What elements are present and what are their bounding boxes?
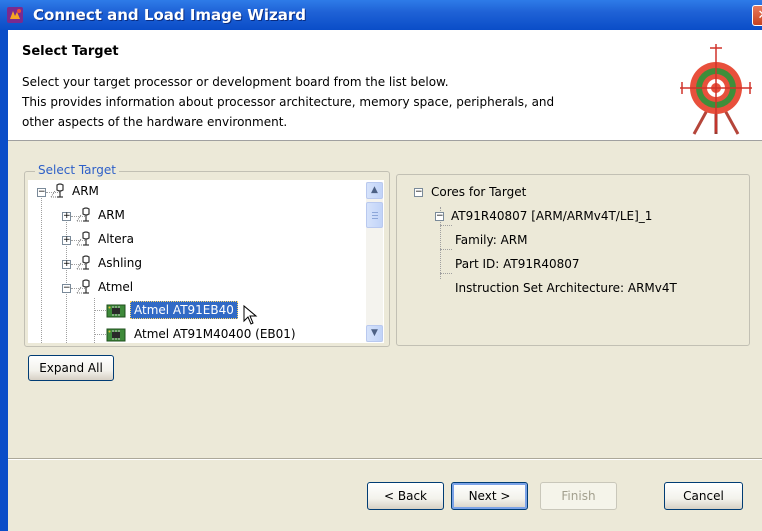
page-title: Select Target [22,44,119,59]
tree-node-label: ARM [98,208,125,222]
app-icon [7,7,23,23]
tree-node-label: Ashling [98,256,142,270]
tree-node-label: ARM [72,184,99,198]
board-chip-icon [106,304,126,318]
wizard-header: Select Target Select your target process… [8,30,762,141]
back-button[interactable]: < Back [367,482,444,510]
tree-node-atmel[interactable]: − Atmel [28,277,368,299]
page-description: Select your target processor or developm… [22,72,642,132]
description-line: Select your target processor or developm… [22,75,449,89]
tree-connector [440,273,452,274]
tree-connector [440,225,452,226]
core-label: AT91R40807 [ARM/ARMv4T/LE]_1 [451,209,653,223]
tree-node-atmel-at91eb40[interactable]: Atmel AT91EB40 [28,300,368,325]
collapse-icon[interactable]: − [414,188,423,197]
collapse-icon[interactable]: − [435,212,444,221]
expand-icon[interactable]: + [62,236,71,245]
target-details-panel: − Cores for Target − AT91R40807 [ARM/ARM… [396,174,750,346]
footer-divider-highlight [8,459,762,460]
tree-node-label: Atmel AT91M40400 (EB01) [134,327,296,341]
core-property: Instruction Set Architecture: ARMv4T [455,281,677,295]
cancel-button[interactable]: Cancel [664,482,743,510]
scroll-down-button[interactable]: ▼ [366,325,383,342]
finish-label: Finish [561,489,596,503]
scroll-thumb[interactable] [366,202,383,228]
tree-node-label: Atmel [98,280,134,294]
expand-all-label: Expand All [39,361,103,375]
target-folder-icon [76,207,90,222]
description-line: This provides information about processo… [22,95,555,109]
title-bar[interactable]: Connect and Load Image Wizard ✕ [0,0,762,30]
core-property: Family: ARM [455,233,528,247]
tree-node-arm[interactable]: + ARM [28,205,368,227]
close-button[interactable]: ✕ [752,5,762,26]
target-folder-icon [76,255,90,270]
window-left-border [0,30,8,531]
tree-node-ashling[interactable]: + Ashling [28,253,368,275]
expand-all-button[interactable]: Expand All [28,355,114,381]
tree-node-arm-root[interactable]: − ARM [28,181,368,203]
next-label: Next > [468,489,511,503]
target-folder-icon [76,279,90,294]
tree-node-atmel-at91m40400[interactable]: Atmel AT91M40400 (EB01) [28,324,368,343]
wizard-window: Connect and Load Image Wizard ✕ Select T… [0,0,762,531]
tree-scrollbar[interactable]: ▲ ▼ [366,182,383,342]
tree-connector [440,249,452,250]
mouse-cursor-icon [243,304,258,325]
chevron-up-icon: ▲ [371,185,378,195]
next-button[interactable]: Next > [451,482,528,510]
target-folder-icon [76,231,90,246]
close-icon: ✕ [758,8,762,23]
cores-root-label: Cores for Target [431,185,527,199]
core-property: Part ID: AT91R40807 [455,257,580,271]
select-target-legend: Select Target [35,163,119,177]
target-tree[interactable]: − ARM + ARM + Altera + Ashling − Atmel A… [28,180,384,343]
back-label: < Back [383,489,427,503]
finish-button[interactable]: Finish [540,482,617,510]
expand-icon[interactable]: + [62,260,71,269]
window-title: Connect and Load Image Wizard [33,6,306,24]
tree-node-label: Altera [98,232,134,246]
description-line: other aspects of the hardware environmen… [22,115,288,129]
expand-icon[interactable]: + [62,212,71,221]
collapse-icon[interactable]: − [37,188,46,197]
tree-node-label: Atmel AT91EB40 [130,301,238,319]
collapse-icon[interactable]: − [62,284,71,293]
target-easel-icon [680,44,752,135]
board-chip-icon [106,328,126,342]
tree-node-altera[interactable]: + Altera [28,229,368,251]
target-folder-icon [50,183,64,198]
chevron-down-icon: ▼ [371,328,378,338]
cancel-label: Cancel [683,489,724,503]
scroll-up-button[interactable]: ▲ [366,182,383,199]
